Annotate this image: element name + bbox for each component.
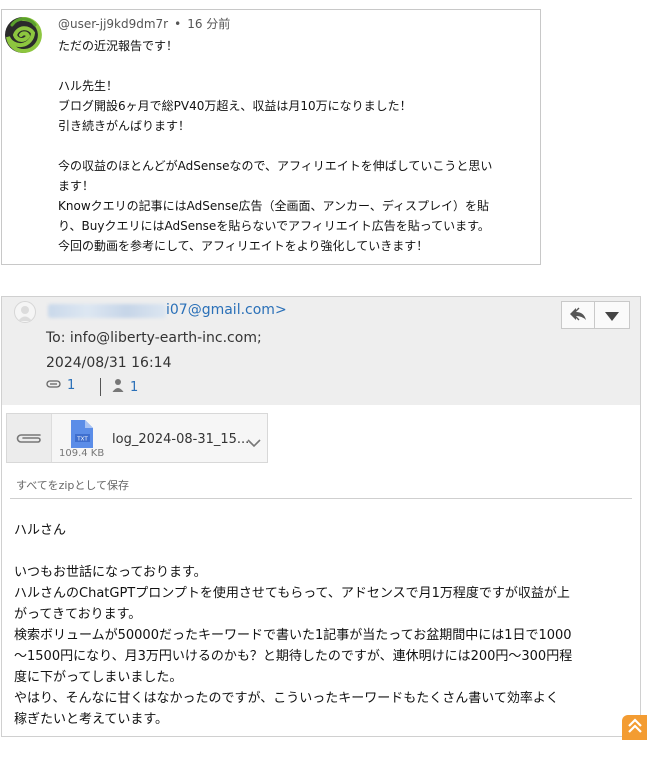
chevron-down-icon[interactable] bbox=[247, 433, 261, 452]
attachment-size: 109.4 KB bbox=[59, 448, 105, 459]
email-body-line: がってきております。 bbox=[14, 607, 142, 622]
file-type-label: TXT bbox=[76, 437, 88, 443]
sent-date: 2024/08/31 16:14 bbox=[46, 355, 172, 371]
spiral-avatar-icon[interactable] bbox=[4, 16, 42, 54]
attachment-count: 1 bbox=[67, 378, 76, 393]
dropdown-arrow-icon bbox=[605, 306, 619, 325]
email-message-panel: i07@gmail.com> To: info@liberty-earth-in… bbox=[1, 296, 641, 737]
comment-line: 今回の動画を参考にして、アフィリエイトをより強化していきます！ bbox=[58, 239, 429, 253]
email-body-line: いつもお世話になっております。 bbox=[14, 565, 207, 580]
comment-body: ただの近況報告です！ ハル先生！ ブログ開設6ヶ月で総PV40万超え、収益は月1… bbox=[58, 36, 532, 256]
scroll-top-icon bbox=[627, 717, 643, 738]
more-actions-dropdown[interactable] bbox=[595, 301, 630, 329]
email-body-line: 度に下がってしまいました。 bbox=[14, 670, 183, 685]
comment-line: 引き続きがんばります！ bbox=[58, 119, 191, 133]
email-body-line: ハルさん bbox=[14, 523, 67, 538]
comment-line: 今の収益のほとんどがAdSenseなので、アフィリエイトを伸ばしていこうと思い bbox=[58, 159, 493, 173]
redacted-sender-name bbox=[48, 304, 166, 318]
email-body-line: 検索ボリュームが50000だったキーワードで書いた1記事が当たってお盆期間中には… bbox=[14, 628, 572, 643]
comment-line: り、BuyクエリにはAdSenseを貼らないでアフィリエイト広告を貼っています。 bbox=[58, 219, 490, 233]
user-avatar-icon bbox=[14, 301, 36, 323]
divider bbox=[10, 498, 632, 499]
reply-button[interactable] bbox=[561, 301, 595, 329]
save-all-zip-link[interactable]: すべてをzipとして保存 bbox=[16, 477, 129, 493]
scroll-top-button[interactable] bbox=[622, 715, 647, 740]
attachment-filename[interactable]: log_2024-08-31_15... bbox=[112, 432, 249, 447]
person-icon bbox=[112, 378, 124, 396]
email-body-line: ハルさんのChatGPTプロンプトを使用させてもらって、アドセンスで月1万程度で… bbox=[14, 586, 570, 601]
comment-line: Knowクエリの記事にはAdSense広告（全画面、アンカー、ディスプレイ）を貼 bbox=[58, 199, 490, 213]
comment-line: ます！ bbox=[58, 179, 95, 193]
comment-username[interactable]: @user-jj9kd9dm7r bbox=[58, 17, 168, 31]
comment-header: @user-jj9kd9dm7r • 16 分前 bbox=[58, 15, 230, 32]
sender-email[interactable]: i07@gmail.com> bbox=[166, 302, 287, 318]
comment-time[interactable]: 16 分前 bbox=[187, 17, 230, 31]
attachment-card[interactable]: TXT log_2024-08-31_15... 109.4 KB bbox=[6, 413, 268, 463]
recipient-line: To: info@liberty-earth-inc.com; bbox=[46, 330, 262, 346]
email-body: ハルさん いつもお世話になっております。 ハルさんのChatGPTプロンプトを使… bbox=[14, 520, 620, 730]
attachment-count-link[interactable]: 1 bbox=[46, 378, 75, 393]
comment-line: ハル先生！ bbox=[58, 79, 119, 93]
email-body-line: やはり、そんなに甘くはなかったのですが、こういったキーワードもたくさん書いて効率… bbox=[14, 691, 559, 706]
paperclip-icon bbox=[7, 414, 52, 462]
attachment-icon bbox=[46, 378, 62, 393]
email-body-line: 稼ぎたいと考えています。 bbox=[14, 712, 169, 727]
reply-icon bbox=[569, 306, 587, 325]
comment-line: ブログ開設6ヶ月で総PV40万超え、収益は月10万になりました！ bbox=[58, 99, 412, 113]
recipient-count-link[interactable]: 1 bbox=[112, 378, 138, 396]
email-body-line: 〜1500円になり、月3万円いけるのかも？と期待したのですが、連休明けには200… bbox=[14, 649, 573, 664]
header-separator: • bbox=[174, 17, 182, 31]
youtube-comment-card: @user-jj9kd9dm7r • 16 分前 ただの近況報告です！ ハル先生！ … bbox=[1, 9, 541, 265]
email-header: i07@gmail.com> To: info@liberty-earth-in… bbox=[2, 297, 640, 405]
meta-divider bbox=[100, 378, 101, 396]
recipient-count: 1 bbox=[130, 379, 139, 395]
comment-line: ただの近況報告です！ bbox=[58, 39, 179, 53]
